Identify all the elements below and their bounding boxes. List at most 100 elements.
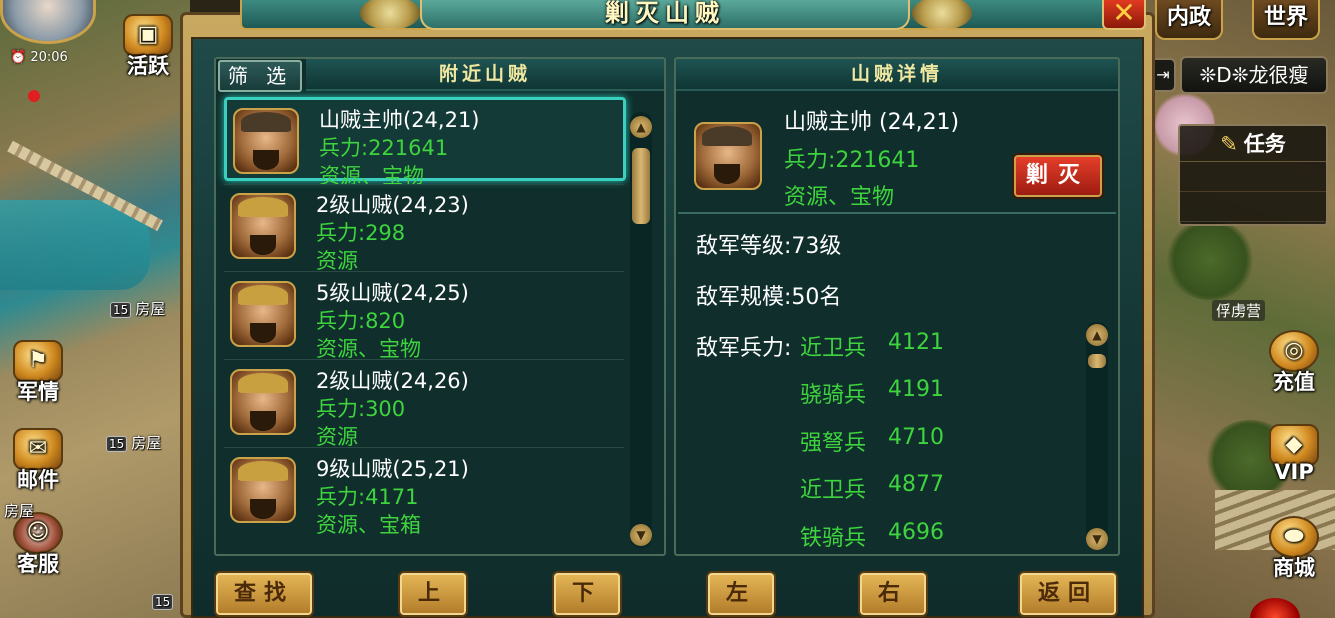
bandit-portrait [230,193,296,259]
building-tag[interactable]: 15 房屋 [110,298,165,319]
military-intel-label: 军情 [17,380,59,404]
building-tag[interactable]: 15 房屋 [106,432,161,453]
vip-label: VIP [1274,460,1314,484]
right-button[interactable]: 右 [858,571,928,617]
bandit-troops: 兵力:221641 [319,136,449,160]
attack-button[interactable]: 剿灭 [1012,153,1104,199]
mail-button[interactable]: ✉ 邮件 [6,428,70,494]
unit-count: 4696 [888,520,944,545]
bandit-name: 2级山贼(24,23) [316,193,469,217]
unit-type: 近卫兵 [800,478,867,503]
building-level: 15 [106,436,128,452]
unit-type: 铁骑兵 [800,526,867,551]
domestic-affairs-button[interactable]: 内政 [1155,0,1224,40]
unit-count: 4877 [888,472,944,497]
bandit-portrait [230,457,296,523]
detail-rewards: 资源、宝物 [784,185,895,210]
detail-troops: 兵力:221641 [784,148,920,173]
down-button[interactable]: 下 [552,571,622,617]
bandit-list-item[interactable]: 2级山贼(24,26) 兵力:300 资源 [224,361,626,449]
shop-label: 商城 [1273,556,1315,580]
bandit-troops: 兵力:4171 [316,485,419,509]
building-tag[interactable]: 房屋 [4,500,34,521]
dialog-title: 剿灭山贼 [420,0,910,30]
list-divider [224,447,624,448]
unit-count: 4121 [888,330,944,355]
unit-type: 近卫兵 [800,336,867,361]
bandit-portrait [230,281,296,347]
vip-button[interactable]: ◆ VIP [1262,424,1326,484]
scroll-icon: ✎ [1220,132,1238,156]
building-name: 房屋 [135,300,166,318]
bandit-troops: 兵力:300 [316,397,406,421]
building-level-tag[interactable]: 15 [152,592,177,610]
enemy-scale: 敌军规模:50名 [696,285,842,310]
recharge-button[interactable]: ◎ 充值 [1262,330,1326,396]
bandit-name: 5级山贼(24,25) [316,281,469,305]
captive-camp-label[interactable]: 俘虏营 [1212,300,1266,321]
filter-button[interactable]: 筛 选 [218,60,302,92]
search-button[interactable]: 查找 [214,571,314,617]
military-intel-button[interactable]: ⚑ 军情 [6,340,70,406]
building-name: 房屋 [4,502,35,520]
task-row[interactable] [1180,192,1326,222]
detail-name: 山贼主帅 (24,21) [784,110,960,135]
scroll-down-icon[interactable]: ▼ [630,524,652,546]
shop-button[interactable]: ⬬ 商城 [1262,516,1326,582]
close-button[interactable]: ✕ [1102,0,1146,30]
bandit-detail-header: 山贼详情 [676,59,1118,91]
detail-scroll-thumb[interactable] [1088,354,1106,368]
detail-divider [678,212,1116,214]
detail-portrait [694,122,762,190]
scroll-up-icon[interactable]: ▲ [630,116,652,138]
bandit-name: 山贼主帅(24,21) [319,108,480,132]
clock-text: 20:06 [30,50,68,65]
back-button[interactable]: 返回 [1018,571,1118,617]
world-button[interactable]: 世界 [1252,0,1321,40]
tree [1165,220,1255,300]
bandit-list-item[interactable]: 9级山贼(25,21) 兵力:4171 资源、宝箱 [224,449,626,537]
building-level: 15 [152,594,174,610]
customer-service-button[interactable]: ☺ 客服 [6,512,70,578]
bandit-portrait [230,369,296,435]
list-divider [224,271,624,272]
list-scroll-thumb[interactable] [632,148,650,224]
unit-type: 强弩兵 [800,431,867,456]
bandit-name: 2级山贼(24,26) [316,369,469,393]
bandit-name: 9级山贼(25,21) [316,457,469,481]
scroll-up-icon[interactable]: ▲ [1086,324,1108,346]
bandit-list-item[interactable]: 山贼主帅(24,21) 兵力:221641 资源、宝物 [224,97,626,188]
unit-type: 骁骑兵 [800,383,867,408]
clock: ⏰ 20:06 [10,50,68,65]
task-panel[interactable]: ✎ 任务 [1178,124,1328,226]
unit-count: 4191 [888,377,944,402]
recharge-label: 充值 [1273,370,1315,394]
customer-service-label: 客服 [17,552,59,576]
enemy-troops-label: 敌军兵力: [696,336,792,361]
notification-dot [28,90,40,102]
bandit-rewards: 资源、宝箱 [316,513,421,537]
active-label: 活跃 [127,54,169,78]
player-name[interactable]: ❊D❊龙很瘦 [1180,56,1328,94]
unit-count: 4710 [888,425,944,450]
bandit-list-item[interactable]: 5级山贼(24,25) 兵力:820 资源、宝物 [224,273,626,361]
mail-label: 邮件 [17,468,59,492]
expand-arrow-icon[interactable]: ⇥ [1152,58,1176,92]
task-row[interactable] [1180,162,1326,192]
bandit-list-item[interactable]: 2级山贼(24,23) 兵力:298 资源 [224,185,626,273]
bandit-portrait [233,108,299,174]
up-button[interactable]: 上 [398,571,468,617]
scroll-down-icon[interactable]: ▼ [1086,528,1108,550]
task-label: 任务 [1243,132,1286,156]
active-button[interactable]: ▣ 活跃 [116,14,180,80]
building-level: 15 [110,302,132,318]
bandit-troops: 兵力:298 [316,221,406,245]
nearby-bandits-header: 附近山贼 [306,59,664,91]
game-screen: ⏰ 20:06 ▣ 活跃 ⚑ 军情 ✉ 邮件 ☺ 客服 15 房屋 15 房屋 房屋… [0,0,1335,618]
enemy-level: 敌军等级:73级 [696,234,842,259]
task-header[interactable]: ✎ 任务 [1180,126,1326,162]
bandit-troops: 兵力:820 [316,309,406,333]
left-button[interactable]: 左 [706,571,776,617]
building-name: 房屋 [131,434,162,452]
list-divider [224,359,624,360]
